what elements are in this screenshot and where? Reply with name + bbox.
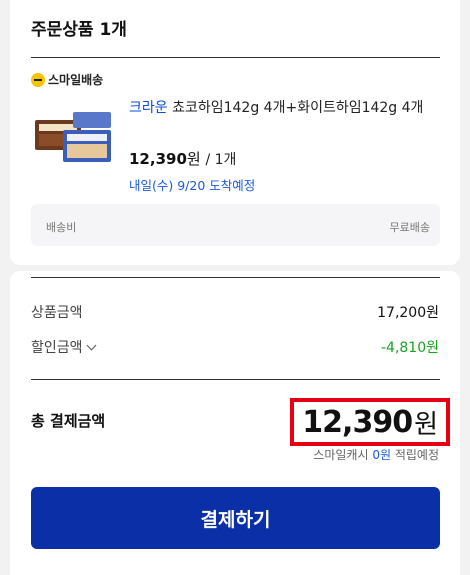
chevron-down-icon[interactable] — [86, 340, 96, 351]
product-price: 12,390원 / 1개 — [129, 148, 236, 169]
product-name[interactable]: 크라운 쵸코하임142g 4개+화이트하임142g 4개 — [129, 98, 449, 119]
product-price-value: 12,390 — [129, 150, 187, 168]
delivery-badge-label: 스마일배송 — [48, 73, 104, 87]
shipping-fee-label: 배송비 — [46, 221, 77, 234]
discount-label: 할인금액 — [31, 340, 83, 356]
smile-delivery-icon — [31, 72, 45, 87]
smile-cash-amount: 0원 — [372, 448, 391, 462]
payment-summary-card: 상품금액 17,200원 할인금액 -4,810원 총 결제금액 12,390 … — [10, 271, 460, 575]
total-amount-value: 12,390 — [302, 404, 413, 440]
product-brand[interactable]: 크라운 — [129, 100, 168, 116]
smile-cash-suffix: 적립예정 — [394, 448, 439, 462]
shipping-fee-box: 배송비 무료배송 — [31, 204, 440, 246]
divider — [31, 379, 440, 380]
product-title[interactable]: 쵸코하임142g 4개+화이트하임142g 4개 — [172, 100, 423, 116]
discount-value: -4,810원 — [380, 340, 439, 356]
product-thumbnail[interactable] — [33, 110, 115, 168]
product-amount-label: 상품금액 — [31, 305, 83, 321]
divider — [31, 277, 440, 278]
order-items-title: 주문상품 1개 — [31, 20, 127, 40]
order-items-card: 주문상품 1개 스마일배송 크라운 쵸코하임142g 4개+화이트하임142g … — [10, 0, 460, 265]
total-amount-unit: 원 — [414, 409, 438, 440]
smile-cash-note: 스마일캐시 0원 적립예정 — [313, 446, 439, 463]
total-label: 총 결제금액 — [31, 412, 106, 430]
shipping-fee-value: 무료배송 — [389, 221, 430, 234]
delivery-date: 내일(수) 9/20 도착예정 — [129, 178, 256, 193]
smile-cash-label: 스마일캐시 — [313, 448, 369, 462]
discount-toggle[interactable]: 할인금액 — [31, 337, 96, 357]
product-amount-value: 17,200원 — [377, 305, 439, 321]
pay-button[interactable]: 결제하기 — [31, 487, 440, 549]
divider — [31, 57, 440, 58]
delivery-badge: 스마일배송 — [31, 71, 103, 88]
product-quantity: / 1개 — [205, 152, 237, 168]
product-price-unit: 원 — [186, 150, 201, 168]
total-amount: 12,390 원 — [290, 398, 450, 446]
